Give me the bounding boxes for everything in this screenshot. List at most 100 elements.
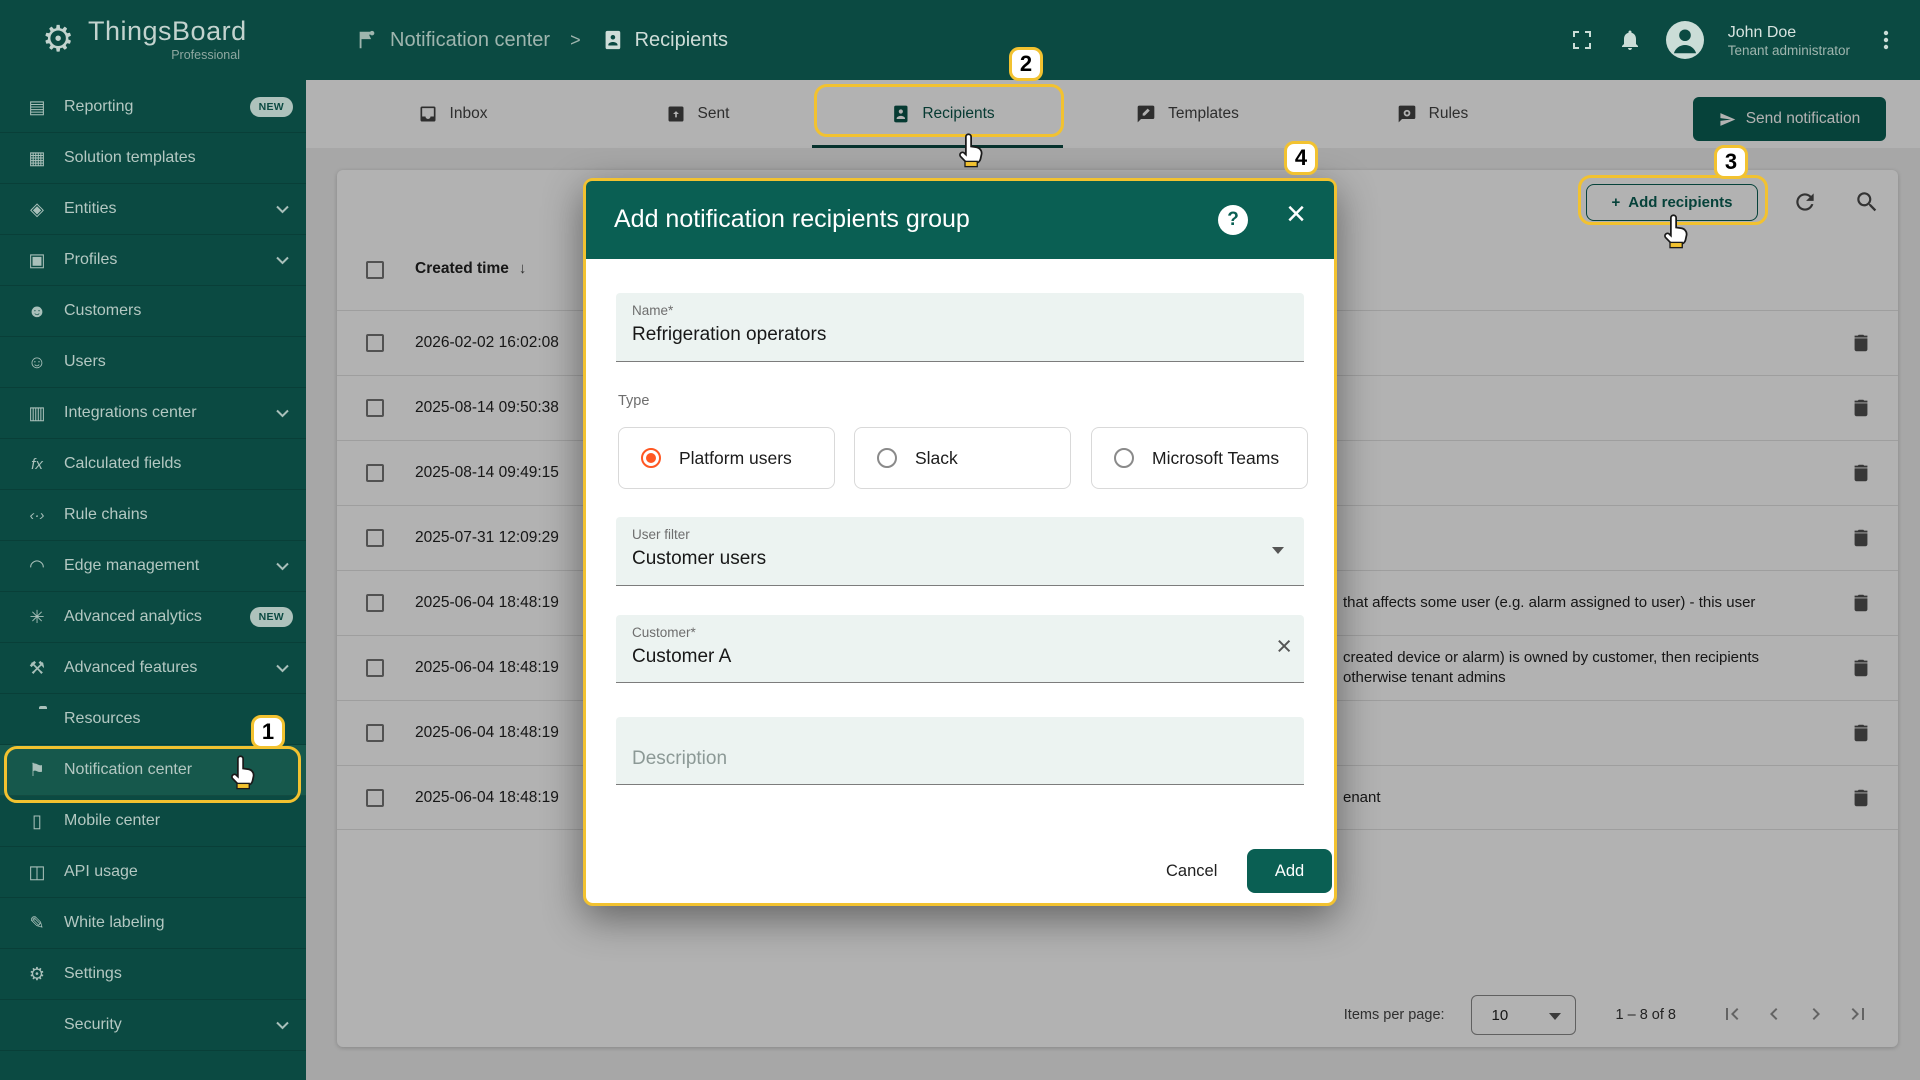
- breadcrumb-parent[interactable]: Notification center: [390, 29, 550, 52]
- sidebar-item-advanced-features[interactable]: ⚒ Advanced features: [0, 643, 306, 694]
- description-field[interactable]: Description: [616, 717, 1304, 785]
- sidebar-item-label: Integrations center: [64, 404, 197, 422]
- avatar[interactable]: [1666, 21, 1704, 59]
- fullscreen-icon: [1570, 28, 1594, 52]
- notification-center-crumb-icon: [356, 29, 378, 51]
- sidebar-item-label: Rule chains: [64, 506, 148, 524]
- name-field-label: Name*: [632, 303, 673, 318]
- sidebar-item-white-labeling[interactable]: ✎ White labeling: [0, 898, 306, 949]
- user-filter-select[interactable]: User filter Customer users: [616, 517, 1304, 586]
- notification-center-icon: ⚑: [24, 760, 50, 781]
- app-edition: Professional: [88, 48, 240, 62]
- step-badge-2: 2: [1009, 47, 1043, 81]
- sidebar-item-settings[interactable]: ⚙ Settings: [0, 949, 306, 1000]
- sidebar-item-rule-chains[interactable]: ‹·› Rule chains: [0, 490, 306, 541]
- new-badge: NEW: [250, 607, 293, 627]
- calculated-fields-icon: fx: [24, 456, 50, 473]
- sidebar-item-label: Notification center: [64, 761, 192, 779]
- sidebar-item-notification-center[interactable]: ⚑ Notification center: [0, 745, 306, 796]
- name-field[interactable]: Name* Refrigeration operators: [616, 293, 1304, 362]
- top-header: Notification center > Recipients John Do…: [306, 0, 1920, 80]
- notifications-bell-button[interactable]: [1618, 28, 1642, 52]
- user-name: John Doe: [1728, 22, 1850, 44]
- clear-customer-button[interactable]: ×: [1276, 631, 1292, 662]
- step-badge-1: 1: [251, 715, 285, 749]
- edge-management-icon: ◠: [24, 556, 50, 577]
- close-icon: ×: [1286, 195, 1306, 233]
- radio-unselected-icon[interactable]: [877, 448, 897, 468]
- sidebar-item-label: Advanced analytics: [64, 608, 202, 626]
- step-badge-3: 3: [1714, 145, 1748, 179]
- type-option-microsoft-teams[interactable]: Microsoft Teams: [1091, 427, 1308, 489]
- sidebar-nav: ▤ Reporting NEW ▦ Solution templates ◈ E…: [0, 82, 306, 1051]
- help-button[interactable]: ?: [1218, 205, 1248, 235]
- sidebar: ⚙ ThingsBoard Professional ▤ Reporting N…: [0, 0, 306, 1080]
- sidebar-item-label: Security: [64, 1016, 122, 1034]
- more-menu-button[interactable]: [1874, 28, 1898, 52]
- sidebar-item-advanced-analytics[interactable]: ✳ Advanced analytics NEW: [0, 592, 306, 643]
- sidebar-item-integrations-center[interactable]: ▥ Integrations center: [0, 388, 306, 439]
- cancel-button[interactable]: Cancel: [1148, 849, 1235, 893]
- header-actions: John Doe Tenant administrator: [1570, 0, 1898, 80]
- app-name: ThingsBoard: [88, 16, 247, 47]
- sidebar-item-customers[interactable]: ☻ Customers: [0, 286, 306, 337]
- security-icon: [24, 1015, 50, 1036]
- radio-selected-icon[interactable]: [641, 448, 661, 468]
- dialog-title: Add notification recipients group: [614, 205, 970, 234]
- dropdown-arrow-icon[interactable]: [1272, 547, 1284, 554]
- mobile-center-icon: ▯: [24, 811, 50, 832]
- users-icon: ☺: [24, 352, 50, 373]
- close-dialog-button[interactable]: ×: [1286, 197, 1306, 231]
- sidebar-item-label: Settings: [64, 965, 122, 983]
- name-field-value: Refrigeration operators: [632, 324, 826, 346]
- sidebar-item-label: Advanced features: [64, 659, 197, 677]
- resources-icon: [24, 709, 50, 730]
- sidebar-item-reporting[interactable]: ▤ Reporting NEW: [0, 82, 306, 133]
- sidebar-item-calculated-fields[interactable]: fx Calculated fields: [0, 439, 306, 490]
- settings-icon: ⚙: [24, 964, 50, 985]
- add-button[interactable]: Add: [1247, 849, 1332, 893]
- sidebar-item-label: Solution templates: [64, 149, 196, 167]
- new-badge: NEW: [250, 97, 293, 117]
- sidebar-item-label: Customers: [64, 302, 141, 320]
- sidebar-item-label: API usage: [64, 863, 138, 881]
- customer-field-value: Customer A: [632, 646, 731, 668]
- step-badge-4: 4: [1284, 141, 1318, 175]
- app-logo: ⚙ ThingsBoard Professional: [0, 0, 306, 80]
- sidebar-item-mobile-center[interactable]: ▯ Mobile center: [0, 796, 306, 847]
- user-filter-value: Customer users: [632, 548, 766, 570]
- sidebar-item-edge-management[interactable]: ◠ Edge management: [0, 541, 306, 592]
- chevron-down-icon: [276, 205, 289, 214]
- type-option-slack[interactable]: Slack: [854, 427, 1071, 489]
- api-usage-icon: ◫: [24, 862, 50, 883]
- rule-chains-icon: ‹·›: [24, 507, 50, 524]
- sidebar-item-profiles[interactable]: ▣ Profiles: [0, 235, 306, 286]
- advanced-analytics-icon: ✳: [24, 607, 50, 628]
- sidebar-item-solution-templates[interactable]: ▦ Solution templates: [0, 133, 306, 184]
- sidebar-item-label: Edge management: [64, 557, 199, 575]
- white-labeling-icon: ✎: [24, 913, 50, 934]
- sidebar-item-entities[interactable]: ◈ Entities: [0, 184, 306, 235]
- breadcrumb-separator: >: [562, 30, 589, 51]
- radio-unselected-icon[interactable]: [1114, 448, 1134, 468]
- add-recipients-group-dialog: Add notification recipients group ? × Na…: [583, 178, 1337, 906]
- integrations-center-icon: ▥: [24, 403, 50, 424]
- sidebar-item-api-usage[interactable]: ◫ API usage: [0, 847, 306, 898]
- clear-icon: ×: [1276, 631, 1292, 661]
- advanced-features-icon: ⚒: [24, 658, 50, 679]
- customer-field[interactable]: Customer* Customer A ×: [616, 615, 1304, 683]
- sidebar-item-label: Reporting: [64, 98, 133, 116]
- sidebar-item-users[interactable]: ☺ Users: [0, 337, 306, 388]
- sidebar-item-label: Mobile center: [64, 812, 160, 830]
- user-role: Tenant administrator: [1728, 43, 1850, 58]
- user-info[interactable]: John Doe Tenant administrator: [1728, 22, 1850, 59]
- avatar-icon: [1666, 21, 1704, 59]
- fullscreen-button[interactable]: [1570, 28, 1594, 52]
- chevron-down-icon: [276, 664, 289, 673]
- sidebar-item-security[interactable]: Security: [0, 1000, 306, 1051]
- chevron-down-icon: [276, 409, 289, 418]
- breadcrumb: Notification center > Recipients: [356, 0, 728, 80]
- type-option-platform-users[interactable]: Platform users: [618, 427, 835, 489]
- sidebar-item-label: Calculated fields: [64, 455, 181, 473]
- kebab-menu-icon: [1874, 28, 1898, 52]
